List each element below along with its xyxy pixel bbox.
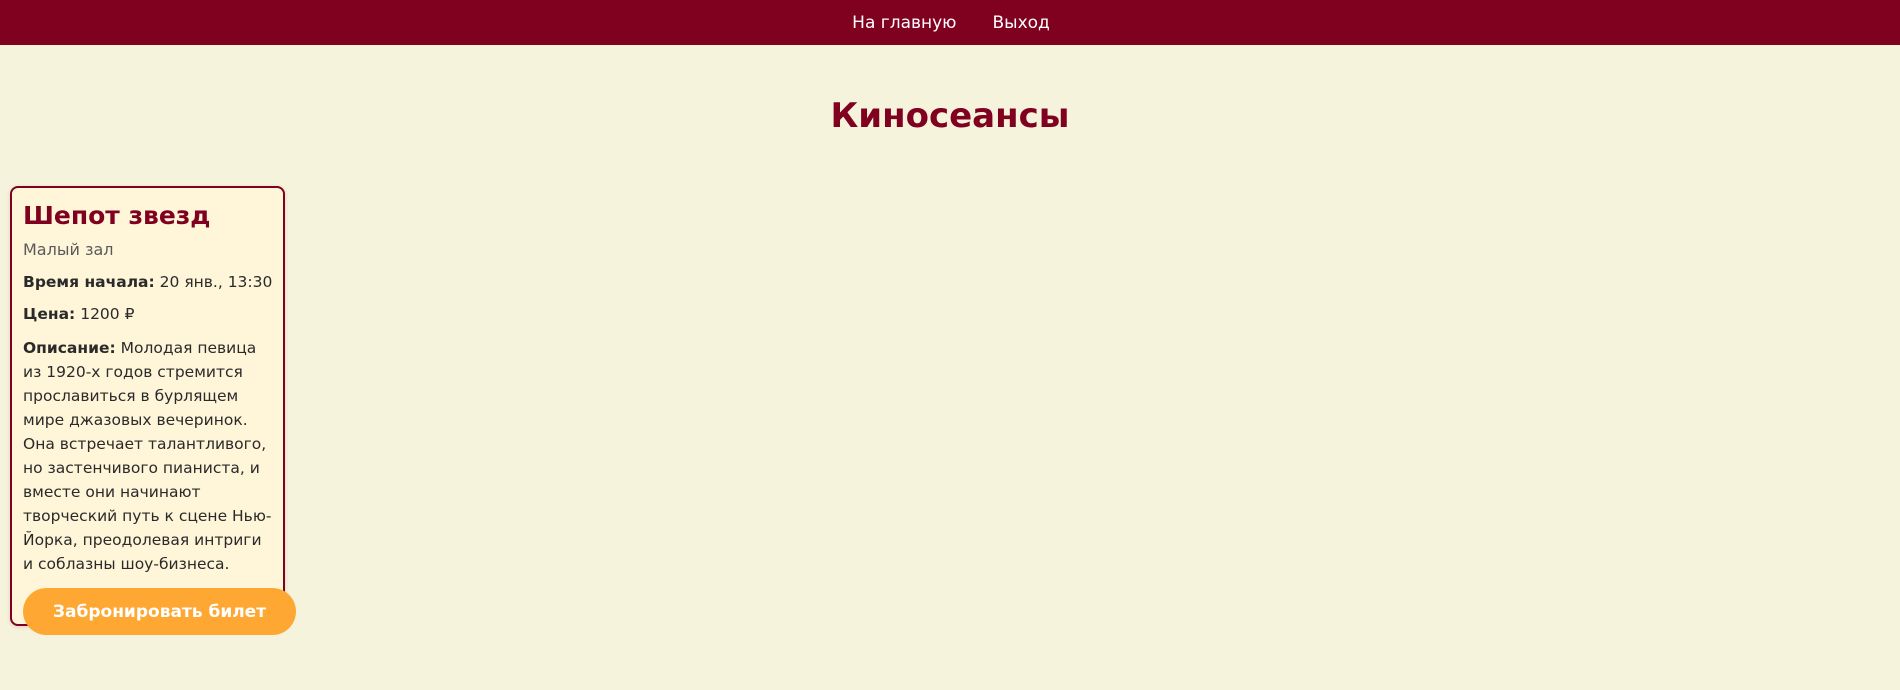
top-navbar: На главную Выход [0, 0, 1900, 45]
hall-name: Малый зал [23, 240, 114, 259]
nav-home-link[interactable]: На главную [850, 13, 956, 33]
page-title: Киносеансы [830, 96, 1070, 136]
description-text: Молодая певица из 1920-х годов стремится… [23, 339, 272, 573]
start-time-label: Время начала: [23, 273, 155, 291]
start-time-row: Время начала: 20 янв., 13:30 [23, 272, 273, 292]
nav-logout-link[interactable]: Выход [991, 13, 1050, 33]
price-label: Цена: [23, 305, 76, 323]
price-row: Цена: 1200 ₽ [23, 304, 273, 324]
movie-title: Шепот звезд [23, 201, 211, 230]
price-value: 1200 ₽ [80, 305, 135, 323]
description-label: Описание: [23, 339, 116, 357]
book-ticket-button[interactable]: Забронировать билет [23, 588, 296, 635]
description: Описание: Молодая певица из 1920-х годов… [23, 336, 273, 576]
session-card: Шепот звезд Малый зал Время начала: 20 я… [10, 186, 296, 635]
start-time-value: 20 янв., 13:30 [159, 273, 273, 291]
